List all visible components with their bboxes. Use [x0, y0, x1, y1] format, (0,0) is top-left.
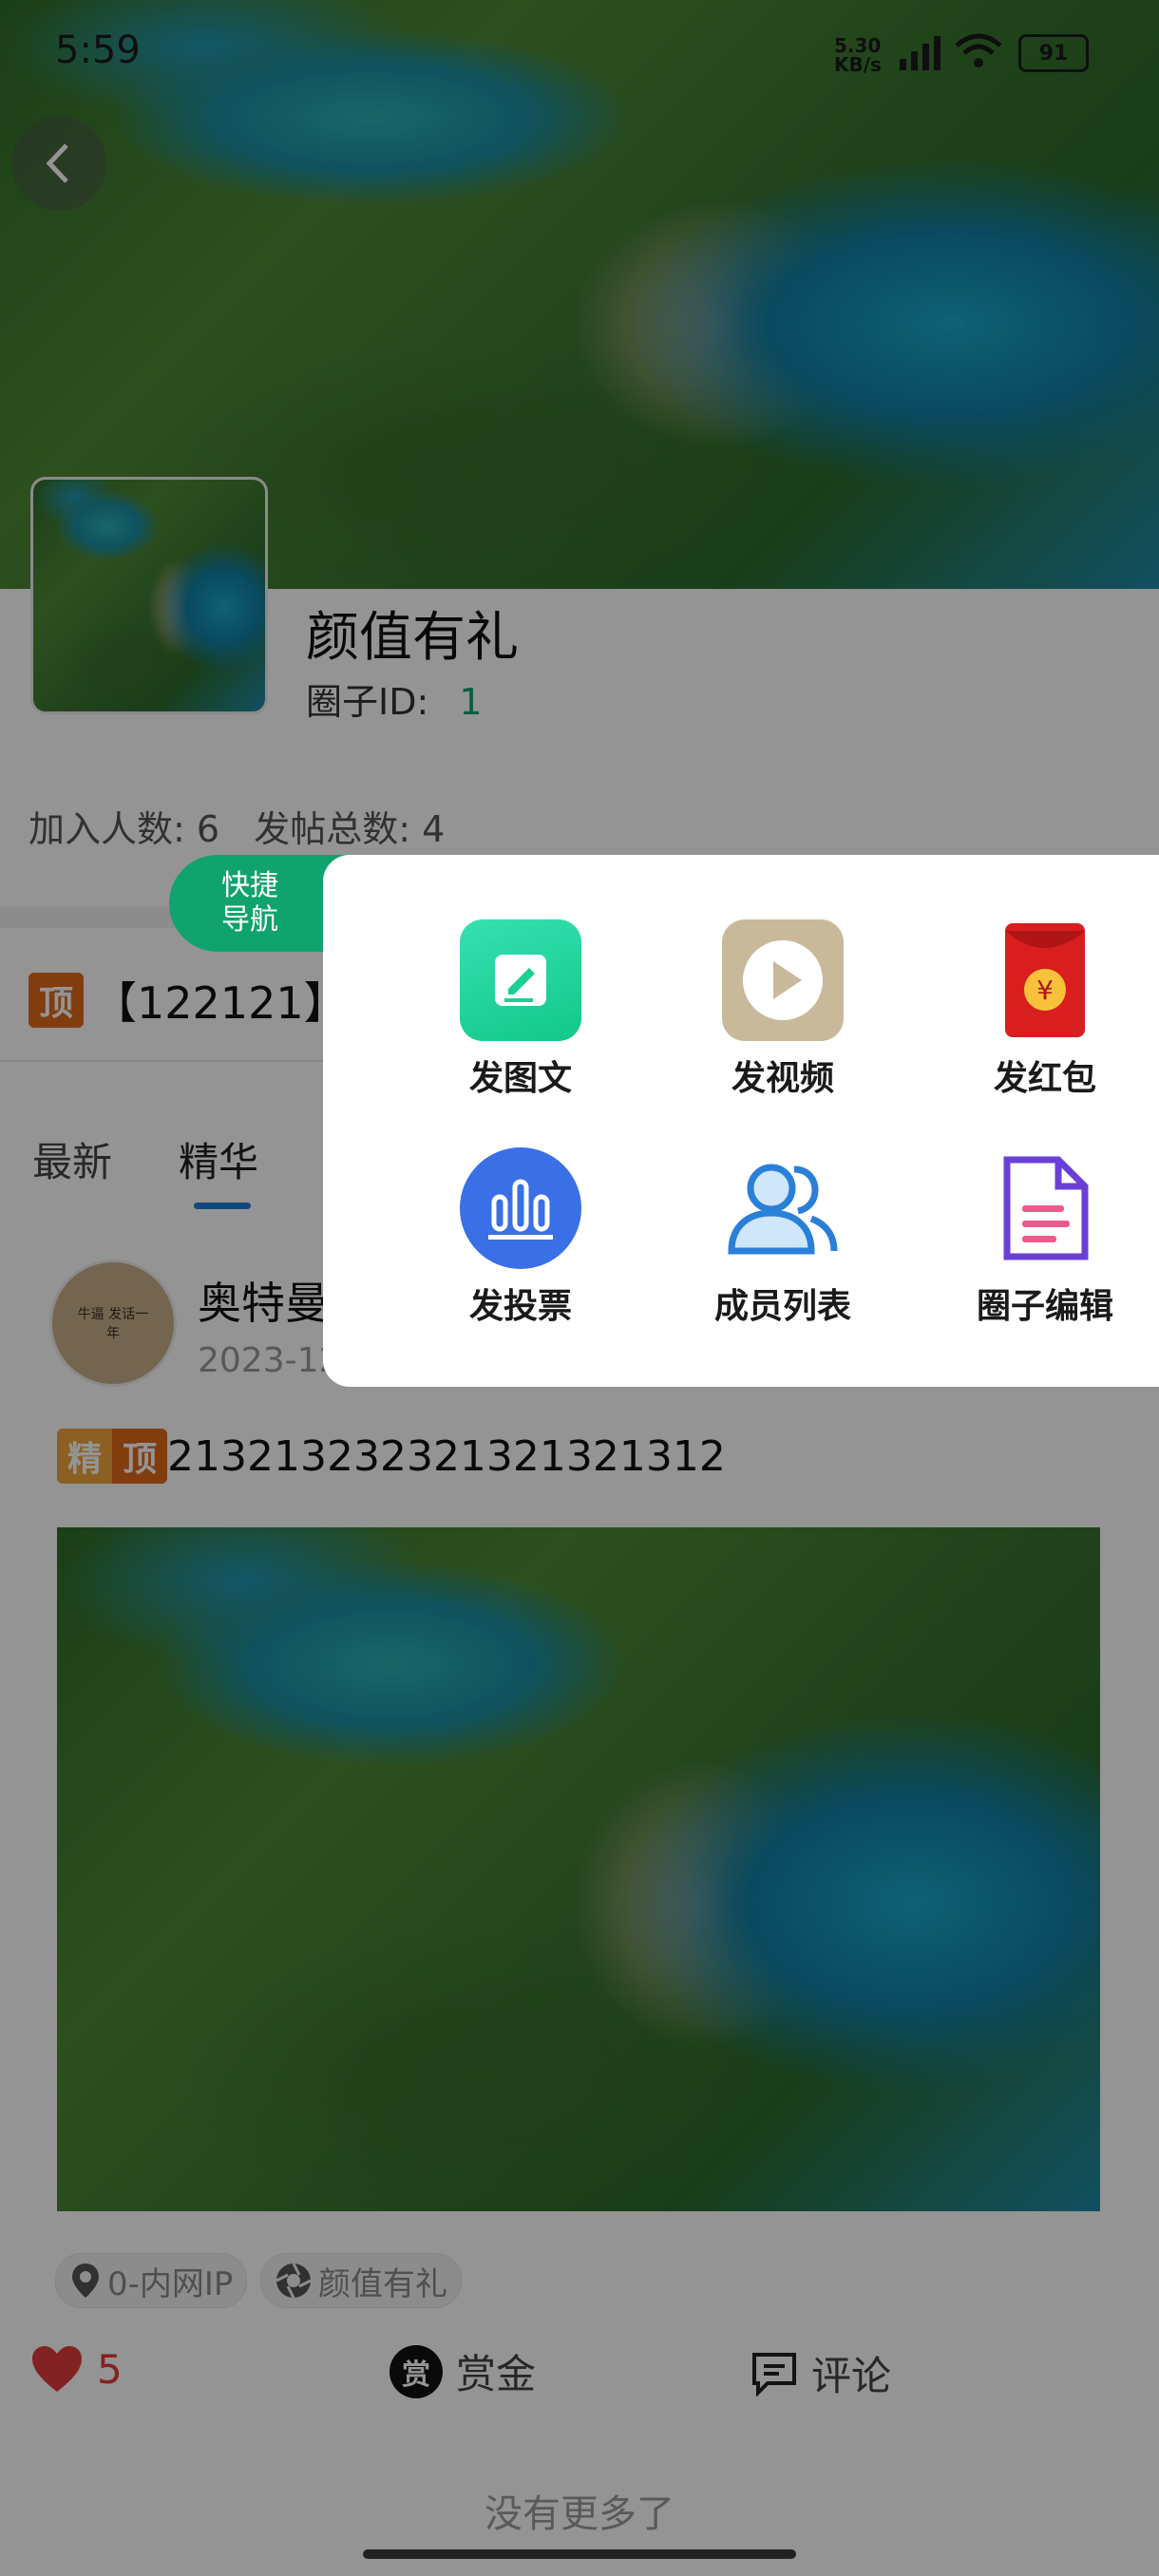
- vote-icon: [460, 1147, 581, 1269]
- menu-post-vote[interactable]: 发投票: [388, 1147, 654, 1328]
- menu-post-image-text[interactable]: 发图文: [388, 919, 654, 1100]
- home-indicator[interactable]: [363, 2549, 796, 2559]
- menu-label: 发红包: [993, 1059, 1096, 1098]
- menu-members[interactable]: 成员列表: [650, 1147, 916, 1328]
- image-text-icon: [460, 919, 581, 1041]
- menu-red-packet[interactable]: ¥ 发红包: [912, 919, 1159, 1100]
- quick-menu: 发图文 发视频 ¥ 发红包 发投票 成员列表 圈子编辑: [323, 855, 1159, 1387]
- members-icon: [722, 1147, 844, 1269]
- document-edit-icon: [984, 1147, 1106, 1269]
- menu-label: 成员列表: [713, 1287, 851, 1326]
- red-packet-icon: ¥: [984, 919, 1106, 1041]
- menu-label: 圈子编辑: [976, 1287, 1113, 1326]
- menu-label: 发视频: [731, 1059, 834, 1098]
- svg-text:¥: ¥: [1036, 975, 1054, 1006]
- quick-nav-line2: 导航: [221, 903, 278, 937]
- menu-circle-edit[interactable]: 圈子编辑: [912, 1147, 1159, 1328]
- video-play-icon: [722, 919, 844, 1041]
- menu-post-video[interactable]: 发视频: [650, 919, 916, 1100]
- menu-label: 发图文: [468, 1059, 572, 1098]
- quick-nav-line1: 快捷: [221, 869, 278, 902]
- menu-label: 发投票: [468, 1287, 572, 1326]
